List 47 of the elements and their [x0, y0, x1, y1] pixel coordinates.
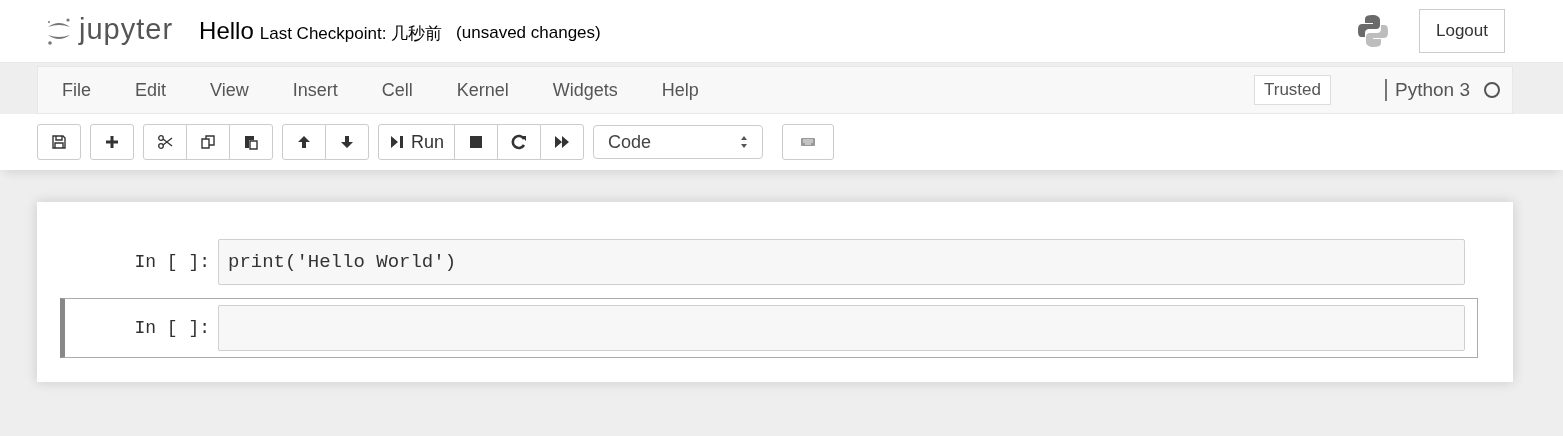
fast-forward-icon: [554, 134, 571, 150]
menu-item[interactable]: Widgets: [552, 79, 618, 101]
menu-item[interactable]: File: [62, 79, 91, 101]
add-cell-button[interactable]: [90, 124, 134, 160]
restart-icon: [511, 134, 528, 150]
menu-item[interactable]: Edit: [135, 79, 167, 101]
checkpoint-status: Last Checkpoint: 几秒前: [259, 22, 443, 45]
plus-icon: [104, 134, 120, 150]
stop-button[interactable]: [454, 124, 499, 160]
cell-type-dropdown[interactable]: Code: [593, 125, 764, 159]
kernel-name[interactable]: Python 3: [1385, 79, 1470, 101]
up-arrow-icon: [296, 134, 312, 150]
code-input[interactable]: [218, 305, 1465, 351]
logout-button[interactable]: Logout: [1419, 9, 1505, 53]
trusted-indicator[interactable]: Trusted: [1254, 75, 1331, 105]
restart-button[interactable]: [497, 124, 542, 160]
scissors-icon: [157, 134, 173, 150]
move-up-button[interactable]: [282, 124, 326, 160]
code-input[interactable]: print('Hello World'): [218, 239, 1465, 285]
menu-item[interactable]: View: [210, 79, 249, 101]
shortcuts-button[interactable]: [782, 124, 835, 160]
copy-icon: [200, 134, 216, 150]
paste-icon: [243, 134, 259, 150]
step-icon: [389, 134, 405, 150]
paste-button[interactable]: [229, 124, 273, 160]
cut-button[interactable]: [143, 124, 187, 160]
menu-item[interactable]: Kernel: [456, 79, 509, 101]
copy-button[interactable]: [186, 124, 230, 160]
stop-icon: [468, 134, 485, 150]
autosave-status: (unsaved changes): [456, 23, 601, 43]
jupyter-wordmark[interactable]: jupyter: [79, 12, 174, 46]
run-all-button[interactable]: [540, 124, 585, 160]
save-icon: [51, 134, 67, 150]
code-cell[interactable]: In [ ]: print('Hello World'): [60, 234, 1478, 290]
menu-item[interactable]: Help: [661, 79, 699, 101]
input-prompt: In [ ]:: [133, 318, 211, 338]
save-button[interactable]: [37, 124, 81, 160]
snake-logo-icon: [1357, 14, 1389, 48]
menu-item[interactable]: Insert: [292, 79, 338, 101]
menu-item[interactable]: Cell: [381, 79, 413, 101]
code-cell[interactable]: In [ ]:: [60, 298, 1478, 358]
input-prompt: In [ ]:: [133, 252, 211, 272]
move-down-button[interactable]: [325, 124, 369, 160]
run-button[interactable]: Run: [378, 124, 456, 160]
down-arrow-icon: [339, 134, 355, 150]
notebook-name[interactable]: Hello: [199, 17, 254, 45]
spinner-arrows-icon: [740, 135, 749, 149]
